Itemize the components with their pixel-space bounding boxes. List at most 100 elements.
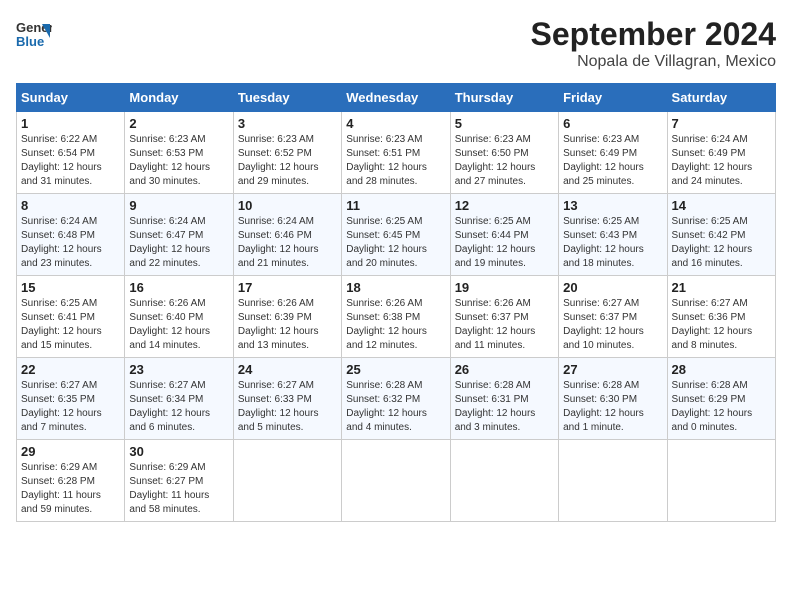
day-info: Sunrise: 6:25 AM Sunset: 6:41 PM Dayligh… xyxy=(21,297,120,353)
list-item: 18 Sunrise: 6:26 AM Sunset: 6:38 PM Dayli… xyxy=(342,276,450,358)
day-number: 12 xyxy=(455,198,554,213)
list-item: 30Sunrise: 6:29 AM Sunset: 6:27 PM Dayli… xyxy=(125,440,233,522)
location: Nopala de Villagran, Mexico xyxy=(531,53,776,71)
col-friday: Friday xyxy=(559,84,667,112)
day-info: Sunrise: 6:26 AM Sunset: 6:40 PM Dayligh… xyxy=(129,297,228,353)
list-item xyxy=(559,440,667,522)
col-sunday: Sunday xyxy=(17,84,125,112)
day-info: Sunrise: 6:26 AM Sunset: 6:37 PM Dayligh… xyxy=(455,297,554,353)
day-info: Sunrise: 6:27 AM Sunset: 6:35 PM Dayligh… xyxy=(21,379,120,435)
list-item: 6 Sunrise: 6:23 AM Sunset: 6:49 PM Daylig… xyxy=(559,112,667,194)
calendar-table: Sunday Monday Tuesday Wednesday Thursday… xyxy=(16,83,776,522)
table-row: 1Sunrise: 6:22 AM Sunset: 6:54 PM Daylig… xyxy=(17,112,776,194)
day-number: 24 xyxy=(238,362,337,377)
list-item: 16Sunrise: 6:26 AM Sunset: 6:40 PM Dayli… xyxy=(125,276,233,358)
title-area: September 2024 Nopala de Villagran, Mexi… xyxy=(531,16,776,71)
table-row: 29Sunrise: 6:29 AM Sunset: 6:28 PM Dayli… xyxy=(17,440,776,522)
day-info: Sunrise: 6:23 AM Sunset: 6:50 PM Dayligh… xyxy=(455,133,554,189)
day-number: 1 xyxy=(21,116,120,131)
day-number: 25 xyxy=(346,362,445,377)
list-item: 7 Sunrise: 6:24 AM Sunset: 6:49 PM Daylig… xyxy=(667,112,775,194)
day-info: Sunrise: 6:27 AM Sunset: 6:33 PM Dayligh… xyxy=(238,379,337,435)
day-info: Sunrise: 6:24 AM Sunset: 6:46 PM Dayligh… xyxy=(238,215,337,271)
list-item xyxy=(342,440,450,522)
day-number: 18 xyxy=(346,280,445,295)
header: General Blue September 2024 Nopala de Vi… xyxy=(16,16,776,71)
day-number: 15 xyxy=(21,280,120,295)
list-item: 9Sunrise: 6:24 AM Sunset: 6:47 PM Daylig… xyxy=(125,194,233,276)
logo-icon: General Blue xyxy=(16,16,52,52)
day-info: Sunrise: 6:24 AM Sunset: 6:47 PM Dayligh… xyxy=(129,215,228,271)
col-tuesday: Tuesday xyxy=(233,84,341,112)
list-item: 25 Sunrise: 6:28 AM Sunset: 6:32 PM Dayli… xyxy=(342,358,450,440)
list-item: 15 Sunrise: 6:25 AM Sunset: 6:41 PM Dayli… xyxy=(17,276,125,358)
list-item: 22Sunrise: 6:27 AM Sunset: 6:35 PM Dayli… xyxy=(17,358,125,440)
day-number: 11 xyxy=(346,198,445,213)
day-info: Sunrise: 6:26 AM Sunset: 6:38 PM Dayligh… xyxy=(346,297,445,353)
day-number: 6 xyxy=(563,116,662,131)
day-info: Sunrise: 6:25 AM Sunset: 6:43 PM Dayligh… xyxy=(563,215,662,271)
list-item: 8 Sunrise: 6:24 AM Sunset: 6:48 PM Daylig… xyxy=(17,194,125,276)
logo: General Blue xyxy=(16,16,52,52)
day-number: 17 xyxy=(238,280,337,295)
day-number: 26 xyxy=(455,362,554,377)
list-item: 3Sunrise: 6:23 AM Sunset: 6:52 PM Daylig… xyxy=(233,112,341,194)
list-item: 26 Sunrise: 6:28 AM Sunset: 6:31 PM Dayli… xyxy=(450,358,558,440)
list-item: 5Sunrise: 6:23 AM Sunset: 6:50 PM Daylig… xyxy=(450,112,558,194)
day-info: Sunrise: 6:25 AM Sunset: 6:42 PM Dayligh… xyxy=(672,215,771,271)
list-item: 20 Sunrise: 6:27 AM Sunset: 6:37 PM Dayli… xyxy=(559,276,667,358)
day-info: Sunrise: 6:28 AM Sunset: 6:29 PM Dayligh… xyxy=(672,379,771,435)
col-saturday: Saturday xyxy=(667,84,775,112)
day-info: Sunrise: 6:29 AM Sunset: 6:28 PM Dayligh… xyxy=(21,461,120,517)
day-number: 20 xyxy=(563,280,662,295)
list-item xyxy=(450,440,558,522)
list-item: 21Sunrise: 6:27 AM Sunset: 6:36 PM Dayli… xyxy=(667,276,775,358)
list-item: 17 Sunrise: 6:26 AM Sunset: 6:39 PM Dayli… xyxy=(233,276,341,358)
list-item: 12 Sunrise: 6:25 AM Sunset: 6:44 PM Dayli… xyxy=(450,194,558,276)
day-info: Sunrise: 6:26 AM Sunset: 6:39 PM Dayligh… xyxy=(238,297,337,353)
list-item: 13 Sunrise: 6:25 AM Sunset: 6:43 PM Dayli… xyxy=(559,194,667,276)
day-number: 21 xyxy=(672,280,771,295)
list-item: 28 Sunrise: 6:28 AM Sunset: 6:29 PM Dayli… xyxy=(667,358,775,440)
table-row: 15 Sunrise: 6:25 AM Sunset: 6:41 PM Dayli… xyxy=(17,276,776,358)
table-row: 22Sunrise: 6:27 AM Sunset: 6:35 PM Dayli… xyxy=(17,358,776,440)
day-number: 3 xyxy=(238,116,337,131)
day-info: Sunrise: 6:24 AM Sunset: 6:48 PM Dayligh… xyxy=(21,215,120,271)
svg-text:Blue: Blue xyxy=(16,34,44,49)
day-number: 28 xyxy=(672,362,771,377)
day-info: Sunrise: 6:23 AM Sunset: 6:53 PM Dayligh… xyxy=(129,133,228,189)
list-item: 1Sunrise: 6:22 AM Sunset: 6:54 PM Daylig… xyxy=(17,112,125,194)
day-info: Sunrise: 6:25 AM Sunset: 6:45 PM Dayligh… xyxy=(346,215,445,271)
day-number: 30 xyxy=(129,444,228,459)
list-item: 23 Sunrise: 6:27 AM Sunset: 6:34 PM Dayli… xyxy=(125,358,233,440)
day-number: 2 xyxy=(129,116,228,131)
day-info: Sunrise: 6:23 AM Sunset: 6:51 PM Dayligh… xyxy=(346,133,445,189)
list-item: 11 Sunrise: 6:25 AM Sunset: 6:45 PM Dayli… xyxy=(342,194,450,276)
day-number: 27 xyxy=(563,362,662,377)
header-row: Sunday Monday Tuesday Wednesday Thursday… xyxy=(17,84,776,112)
col-thursday: Thursday xyxy=(450,84,558,112)
day-number: 4 xyxy=(346,116,445,131)
day-number: 8 xyxy=(21,198,120,213)
day-number: 13 xyxy=(563,198,662,213)
list-item: 10 Sunrise: 6:24 AM Sunset: 6:46 PM Dayli… xyxy=(233,194,341,276)
day-info: Sunrise: 6:28 AM Sunset: 6:32 PM Dayligh… xyxy=(346,379,445,435)
table-row: 8 Sunrise: 6:24 AM Sunset: 6:48 PM Daylig… xyxy=(17,194,776,276)
day-info: Sunrise: 6:23 AM Sunset: 6:49 PM Dayligh… xyxy=(563,133,662,189)
day-number: 7 xyxy=(672,116,771,131)
day-info: Sunrise: 6:28 AM Sunset: 6:30 PM Dayligh… xyxy=(563,379,662,435)
list-item xyxy=(233,440,341,522)
day-info: Sunrise: 6:27 AM Sunset: 6:34 PM Dayligh… xyxy=(129,379,228,435)
day-number: 14 xyxy=(672,198,771,213)
day-info: Sunrise: 6:28 AM Sunset: 6:31 PM Dayligh… xyxy=(455,379,554,435)
day-info: Sunrise: 6:25 AM Sunset: 6:44 PM Dayligh… xyxy=(455,215,554,271)
day-number: 23 xyxy=(129,362,228,377)
day-info: Sunrise: 6:27 AM Sunset: 6:37 PM Dayligh… xyxy=(563,297,662,353)
list-item: 29Sunrise: 6:29 AM Sunset: 6:28 PM Dayli… xyxy=(17,440,125,522)
day-number: 19 xyxy=(455,280,554,295)
month-year: September 2024 xyxy=(531,16,776,53)
list-item: 2 Sunrise: 6:23 AM Sunset: 6:53 PM Daylig… xyxy=(125,112,233,194)
day-number: 10 xyxy=(238,198,337,213)
day-info: Sunrise: 6:24 AM Sunset: 6:49 PM Dayligh… xyxy=(672,133,771,189)
list-item: 27 Sunrise: 6:28 AM Sunset: 6:30 PM Dayli… xyxy=(559,358,667,440)
